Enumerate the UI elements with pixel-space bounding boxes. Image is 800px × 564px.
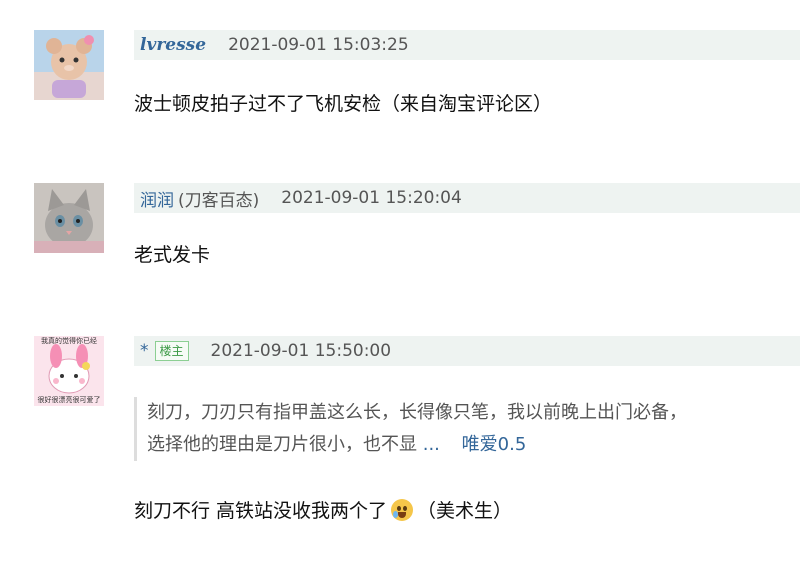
avatar-caption-bottom: 很好很漂亮很可爱了: [37, 396, 101, 404]
avatar-caption-top: 我真的觉得你已经: [41, 337, 97, 345]
quote-text: 选择他的理由是刀片很小，也不显: [147, 434, 417, 455]
comment-text: 老式发卡: [134, 244, 211, 266]
expand-quote-link[interactable]: ...: [423, 434, 440, 455]
group-name[interactable]: (刀客百态): [178, 186, 259, 211]
op-badge: 楼主: [154, 341, 189, 361]
comment-meta: * 楼主 2021-09-01 15:50:00: [134, 336, 800, 366]
comment-time: 2021-09-01 15:50:00: [210, 341, 392, 361]
quote-line: 选择他的理由是刀片很小，也不显 ... 唯爱0.5: [147, 429, 774, 461]
username-link[interactable]: 润润: [140, 186, 174, 211]
username-link[interactable]: lvresse: [140, 35, 206, 55]
comment-time: 2021-09-01 15:20:04: [281, 188, 462, 208]
crying-face-emoji-icon: [391, 499, 414, 521]
avatar[interactable]: [34, 183, 104, 253]
comment-meta: 润润 (刀客百态) 2021-09-01 15:20:04: [134, 183, 800, 213]
comment-meta: lvresse 2021-09-01 15:03:25: [134, 30, 800, 60]
comment-text: 波士顿皮拍子过不了飞机安检（来自淘宝评论区）: [134, 93, 553, 115]
comment-text: 刻刀不行 高铁站没收我两个了 （美术生）: [134, 496, 512, 523]
quoted-author-link[interactable]: 唯爱0.5: [462, 434, 527, 455]
comment-text-part: （美术生）: [417, 500, 513, 522]
quoted-reply: 刻刀，刀刃只有指甲盖这么长，长得像只笔，我以前晚上出门必备， 选择他的理由是刀片…: [134, 397, 774, 461]
username-link[interactable]: *: [140, 341, 149, 361]
comment-text-part: 刻刀不行 高铁站没收我两个了: [134, 500, 388, 522]
comment-time: 2021-09-01 15:03:25: [228, 35, 409, 55]
avatar[interactable]: [34, 30, 104, 100]
avatar[interactable]: 我真的觉得你已经 很好很漂亮很可爱了: [34, 336, 104, 406]
quote-line: 刻刀，刀刃只有指甲盖这么长，长得像只笔，我以前晚上出门必备，: [147, 402, 687, 423]
